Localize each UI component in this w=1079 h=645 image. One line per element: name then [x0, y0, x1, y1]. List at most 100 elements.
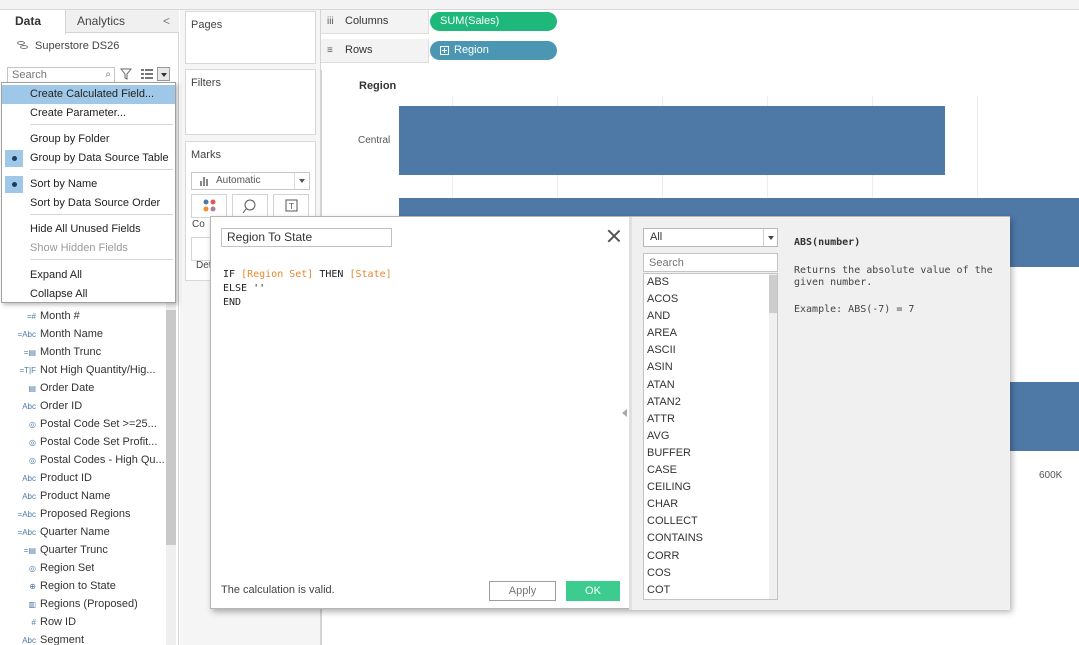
field-search-input[interactable]	[8, 68, 96, 82]
label-button[interactable]: T	[273, 194, 309, 218]
datasource-item[interactable]: Superstore DS26	[16, 38, 119, 54]
toolbar-strip	[0, 0, 1079, 10]
close-icon[interactable]	[607, 229, 621, 243]
field-item[interactable]: ▤ Order Date	[0, 379, 166, 397]
function-item[interactable]: CASE	[644, 462, 777, 479]
function-item[interactable]: ASCII	[644, 342, 777, 359]
function-search[interactable]	[643, 253, 778, 272]
field-label: Region Set	[40, 562, 95, 574]
tab-data[interactable]: Data	[0, 10, 66, 34]
menu-item-label: Create Calculated Field...	[30, 88, 155, 100]
axis-tick-600k: 600K	[1039, 470, 1063, 481]
region-pill[interactable]: Region	[430, 41, 557, 60]
menu-separator	[30, 259, 173, 260]
menu-item[interactable]: Create Parameter...	[2, 104, 175, 123]
field-item[interactable]: =▤ Month Trunc	[0, 343, 166, 361]
field-list-scrollbar[interactable]	[166, 310, 176, 545]
field-item[interactable]: =Abc Quarter Name	[0, 523, 166, 541]
function-item[interactable]: COS	[644, 565, 777, 582]
function-item[interactable]: CONTAINS	[644, 530, 777, 547]
menu-item[interactable]: Create Calculated Field...	[2, 85, 175, 104]
function-item[interactable]: AND	[644, 308, 777, 325]
function-item[interactable]: ASIN	[644, 359, 777, 376]
function-item[interactable]: COLLECT	[644, 513, 777, 530]
field-label: Quarter Trunc	[40, 544, 108, 556]
collapse-functions-icon[interactable]	[622, 409, 627, 417]
function-item[interactable]: ACOS	[644, 291, 777, 308]
field-item[interactable]: Abc Product Name	[0, 487, 166, 505]
function-category-select[interactable]: All	[643, 228, 778, 247]
function-item[interactable]: ATTR	[644, 411, 777, 428]
field-item[interactable]: ▥ Regions (Proposed)	[0, 595, 166, 613]
filter-icon[interactable]	[120, 68, 132, 80]
field-item[interactable]: ◎ Region Set	[0, 559, 166, 577]
data-pane-menu-button[interactable]	[157, 67, 170, 81]
function-item[interactable]: COT	[644, 582, 777, 599]
view-options-icon[interactable]	[141, 69, 153, 79]
field-type-icon: =T|F	[19, 365, 36, 375]
menu-item[interactable]: Group by Data Source Table	[2, 149, 175, 168]
field-type-icon: ◎	[29, 563, 36, 573]
field-type-icon: Abc	[22, 635, 36, 645]
menu-item[interactable]: Sort by Data Source Order	[2, 194, 175, 213]
expand-icon	[440, 46, 449, 55]
function-item[interactable]: BUFFER	[644, 445, 777, 462]
menu-item[interactable]: Sort by Name	[2, 175, 175, 194]
function-item[interactable]: CORR	[644, 548, 777, 565]
code-line-end: END	[223, 297, 242, 308]
field-item[interactable]: =Abc Proposed Regions	[0, 505, 166, 523]
function-signature: ABS(number)	[794, 237, 861, 248]
function-item[interactable]: ATAN2	[644, 394, 777, 411]
code-keyword-if: IF	[223, 269, 236, 280]
ok-button[interactable]: OK	[566, 581, 620, 601]
color-button[interactable]	[191, 194, 227, 218]
function-item[interactable]: AVG	[644, 428, 777, 445]
size-button[interactable]	[232, 194, 268, 218]
field-type-icon: =Abc	[17, 329, 36, 339]
field-item[interactable]: # Row ID	[0, 613, 166, 631]
calc-editor[interactable]: IF [Region Set] THEN [State] ELSE '' END	[223, 268, 392, 310]
bar-central[interactable]	[399, 106, 945, 175]
function-list-scrollbar[interactable]	[769, 274, 777, 599]
menu-item-label: Expand All	[30, 269, 82, 281]
field-search[interactable]: ⌕	[7, 67, 115, 83]
menu-item: Show Hidden Fields	[2, 239, 175, 258]
function-item[interactable]: CEILING	[644, 479, 777, 496]
menu-item[interactable]: Collapse All	[2, 285, 175, 304]
pages-card[interactable]: Pages	[185, 11, 316, 64]
data-pane-context-menu: Create Calculated Field... Create Paramet…	[1, 82, 176, 303]
filters-card[interactable]: Filters	[185, 69, 316, 135]
menu-item[interactable]: Group by Folder	[2, 130, 175, 149]
field-list: =# Month # =Abc Month Name =▤ Month Trunc =T|F…	[0, 307, 166, 645]
function-item[interactable]: ATAN	[644, 377, 777, 394]
field-item[interactable]: =# Month #	[0, 307, 166, 325]
function-search-input[interactable]	[644, 254, 774, 271]
field-item[interactable]: ◎ Postal Codes - High Qu...	[0, 451, 166, 469]
field-item[interactable]: Abc Product ID	[0, 469, 166, 487]
field-item[interactable]: ⊕ Region to State	[0, 577, 166, 595]
function-item[interactable]: CHAR	[644, 496, 777, 513]
field-item[interactable]: =Abc Month Name	[0, 325, 166, 343]
collapse-pane-icon[interactable]: <	[163, 14, 170, 28]
field-item[interactable]: =T|F Not High Quantity/Hig...	[0, 361, 166, 379]
apply-button[interactable]: Apply	[489, 581, 556, 601]
calc-name-field[interactable]: Region To State	[221, 228, 392, 247]
datasource-name: Superstore DS26	[35, 40, 120, 52]
menu-item[interactable]: Hide All Unused Fields	[2, 220, 175, 239]
mark-type-dropdown[interactable]: Automatic	[191, 172, 310, 190]
field-item[interactable]: Abc Segment	[0, 631, 166, 645]
menu-item[interactable]: Expand All	[2, 266, 175, 285]
pane-tabs: Data Analytics <	[0, 10, 179, 34]
field-item[interactable]: Abc Order ID	[0, 397, 166, 415]
field-item[interactable]: =▤ Quarter Trunc	[0, 541, 166, 559]
field-item[interactable]: ◎ Postal Code Set >=25...	[0, 415, 166, 433]
scroll-thumb[interactable]	[769, 275, 777, 313]
function-item[interactable]: ABS	[644, 274, 777, 291]
field-item[interactable]: ◎ Postal Code Set Profit...	[0, 433, 166, 451]
chevron-down-icon	[161, 73, 167, 77]
sum-sales-pill[interactable]: SUM(Sales)	[430, 12, 557, 31]
function-description: Returns the absolute value of the given …	[794, 265, 993, 288]
tab-analytics[interactable]: Analytics	[66, 10, 166, 33]
field-type-icon: ◎	[29, 455, 36, 465]
function-item[interactable]: AREA	[644, 325, 777, 342]
